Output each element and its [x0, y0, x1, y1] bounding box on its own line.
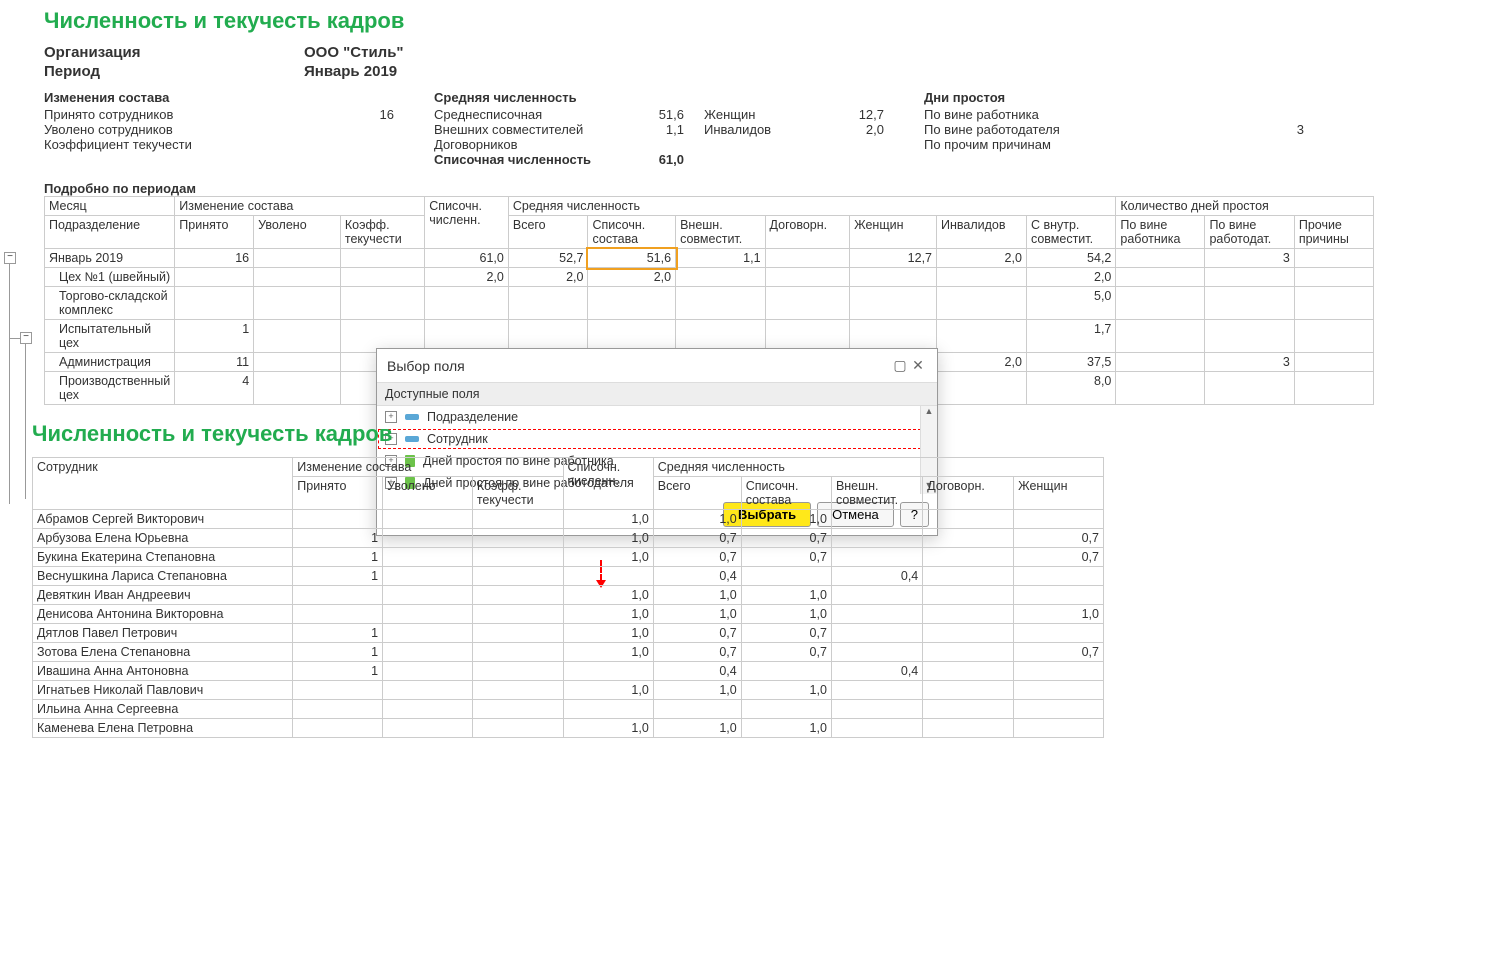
col-change: Изменение состава	[293, 458, 563, 477]
report2-title: Численность и текучесть кадров	[32, 421, 1104, 447]
ext-label: Внешних совместителей	[434, 122, 583, 137]
table-row[interactable]: Цех №1 (швейный)2,02,02,02,0	[45, 268, 1374, 287]
women-value: 12,7	[859, 107, 884, 122]
col-avg: Средняя численность	[508, 197, 1116, 216]
col-total: Всего	[653, 477, 741, 510]
table-row[interactable]: Дятлов Павел Петрович11,00,70,7	[33, 624, 1104, 643]
close-icon[interactable]: ✕	[909, 357, 927, 374]
list-value: 61,0	[659, 152, 684, 167]
tree-collapse-node[interactable]: −	[20, 332, 32, 344]
women-label: Женщин	[704, 107, 755, 122]
summary-changes-head: Изменения состава	[44, 90, 394, 105]
field-type-icon	[405, 414, 419, 420]
summary-avg-head: Средняя численность	[434, 90, 684, 105]
dialog-bar: Доступные поля	[377, 382, 937, 406]
inv-value: 2,0	[866, 122, 884, 137]
report-headcount: Численность и текучесть кадров Организац…	[44, 8, 1459, 405]
table-row[interactable]: Денисова Антонина Викторовна1,01,01,01,0	[33, 605, 1104, 624]
idle-b-label: По вине работодателя	[924, 122, 1060, 137]
hired-label: Принято сотрудников	[44, 107, 173, 122]
cont-label: Договорников	[434, 137, 518, 152]
col-idle-a: По вине работника	[1116, 216, 1205, 249]
col-month: Месяц	[45, 197, 175, 216]
col-cont: Договорн.	[923, 477, 1014, 510]
period-label: Период	[44, 63, 304, 80]
col-listc: Списочн. состава	[588, 216, 676, 249]
col-coeff: Коэфф. текучести	[340, 216, 424, 249]
fired-label: Уволено сотрудников	[44, 122, 173, 137]
detail-head: Подробно по периодам	[44, 181, 1459, 196]
idle-b-value: 3	[1297, 122, 1304, 137]
col-dept: Подразделение	[45, 216, 175, 249]
col-idle-b: По вине работодат.	[1205, 216, 1294, 249]
dialog-title: Выбор поля	[387, 358, 465, 374]
col-intern: С внутр. совместит.	[1026, 216, 1115, 249]
col-ext: Внешн. совместит.	[831, 477, 922, 510]
table-row[interactable]: Каменева Елена Петровна1,01,01,0	[33, 719, 1104, 738]
list-label: Списочная численность	[434, 152, 591, 167]
report-employees: Численность и текучесть кадров Сотрудник…	[32, 421, 1104, 738]
table-row[interactable]: Ильина Анна Сергеевна	[33, 700, 1104, 719]
col-ext: Внешн. совместит.	[676, 216, 765, 249]
idle-c-label: По прочим причинам	[924, 137, 1051, 152]
col-inv: Инвалидов	[937, 216, 1027, 249]
summary-block: Изменения состава Принято сотрудников16 …	[44, 90, 1459, 167]
report-title: Численность и текучесть кадров	[44, 8, 1459, 34]
col-list: Списочн. численн.	[563, 458, 653, 510]
period-value: Январь 2019	[304, 63, 397, 80]
col-hired: Принято	[175, 216, 254, 249]
col-list: Списочн. численн.	[425, 197, 509, 249]
idle-head: Дни простоя	[924, 90, 1304, 105]
avg-label: Среднесписочная	[434, 107, 542, 122]
table-row[interactable]: Веснушкина Лариса Степановна10,40,4	[33, 567, 1104, 586]
col-total: Всего	[508, 216, 588, 249]
col-listc: Списочн. состава	[741, 477, 831, 510]
maximize-icon[interactable]: ▢	[891, 357, 909, 374]
table-row[interactable]: Январь 20191661,052,751,61,112,72,054,23	[45, 249, 1374, 268]
col-hired: Принято	[293, 477, 383, 510]
col-idle-c: Прочие причины	[1294, 216, 1373, 249]
employee-grid[interactable]: СотрудникИзменение составаСписочн. числе…	[32, 457, 1104, 738]
org-value: ООО "Стиль"	[304, 44, 404, 61]
table-row[interactable]: Арбузова Елена Юрьевна11,00,70,70,7	[33, 529, 1104, 548]
ext-value: 1,1	[666, 122, 684, 137]
col-employee: Сотрудник	[33, 458, 293, 510]
coeff-label: Коэффициент текучести	[44, 137, 192, 152]
col-fired: Уволено	[254, 216, 341, 249]
col-women: Женщин	[1014, 477, 1104, 510]
table-row[interactable]: Ивашина Анна Антоновна10,40,4	[33, 662, 1104, 681]
hired-value: 16	[380, 107, 394, 122]
table-row[interactable]: Зотова Елена Степановна11,00,70,70,7	[33, 643, 1104, 662]
col-idle: Количество дней простоя	[1116, 197, 1374, 216]
col-fired: Уволено	[383, 477, 473, 510]
idle-a-label: По вине работника	[924, 107, 1039, 122]
col-women: Женщин	[850, 216, 937, 249]
col-cont: Договорн.	[765, 216, 850, 249]
table-row[interactable]: Девяткин Иван Андреевич1,01,01,0	[33, 586, 1104, 605]
table-row[interactable]: Торгово-складской комплекс5,0	[45, 287, 1374, 320]
inv-label: Инвалидов	[704, 122, 771, 137]
col-avg: Средняя численность	[653, 458, 1103, 477]
table-row[interactable]: Абрамов Сергей Викторович1,01,01,0	[33, 510, 1104, 529]
table-row[interactable]: Игнатьев Николай Павлович1,01,01,0	[33, 681, 1104, 700]
col-change: Изменение состава	[175, 197, 425, 216]
col-coeff: Коэфф. текучести	[472, 477, 563, 510]
org-label: Организация	[44, 44, 304, 61]
avg-value: 51,6	[659, 107, 684, 122]
tree-collapse-node[interactable]: −	[4, 252, 16, 264]
table-row[interactable]: Букина Екатерина Степановна11,00,70,70,7	[33, 548, 1104, 567]
